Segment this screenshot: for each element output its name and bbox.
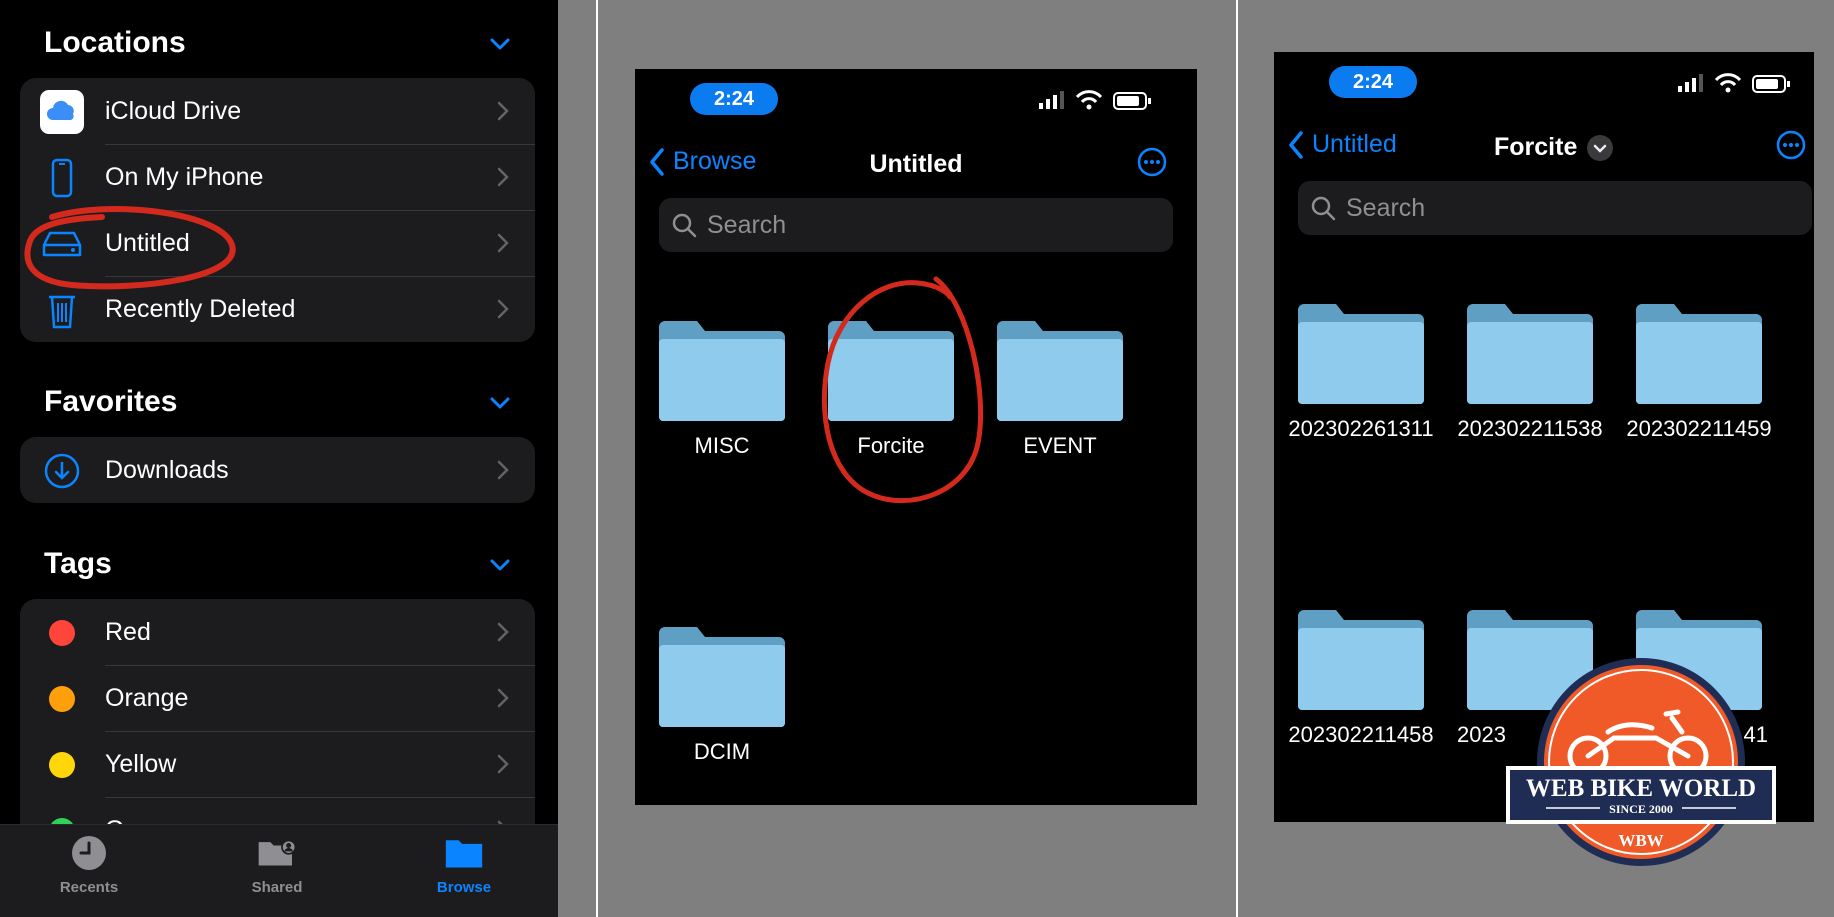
location-label: On My iPhone [105,163,264,191]
chevron-down-circle-icon [1587,134,1614,161]
chevron-right-icon [497,299,509,319]
tab-label: Shared [251,879,303,896]
download-icon [40,449,84,493]
chevron-right-icon [497,754,509,774]
folder-name: EVENT [1023,433,1097,458]
folder-name: 202302211459 [1626,416,1772,441]
folder-dcim[interactable]: DCIM [647,627,797,767]
search-field[interactable]: Search [659,198,1173,252]
status-time: 2:24 [690,83,778,115]
chevron-right-icon [497,167,509,187]
logo-abbr-text: WBW [1618,831,1663,850]
search-icon [672,213,697,238]
folder-202302211459[interactable]: 202302211459 [1624,304,1774,444]
folder-name: 202302211538 [1457,416,1603,441]
nav-title: Untitled [869,150,963,178]
folder-icon [1467,304,1593,404]
folder-icon [1298,610,1424,710]
chevron-right-icon [497,233,509,253]
folder-name: DCIM [693,739,751,764]
chevron-left-icon [1289,130,1303,159]
more-options-icon[interactable] [1776,130,1806,160]
folder-name: 202302211458 [1288,722,1434,747]
locations-chevron-down-icon[interactable] [488,32,512,56]
icloud-icon [40,90,84,134]
tag-label: Yellow [105,750,177,778]
favorites-chevron-down-icon[interactable] [488,391,512,415]
chevron-right-icon [497,688,509,708]
back-label: Untitled [1312,130,1397,158]
folder-icon [444,833,484,873]
files-browse-sidebar: Locations iCloud Drive On My iPhone Unti… [0,0,558,917]
chevron-right-icon [497,460,509,480]
favorite-downloads[interactable]: Downloads [20,437,535,503]
tab-label: Browse [436,879,492,896]
tags-title: Tags [44,547,112,580]
folder-name: MISC [694,433,750,458]
tag-yellow[interactable]: Yellow [20,731,535,797]
locations-title: Locations [44,26,186,59]
tab-recents[interactable]: Recents [29,833,149,896]
tab-browse[interactable]: Browse [404,833,524,896]
divider-line [596,0,598,917]
tag-red[interactable]: Red [20,599,535,665]
tab-shared[interactable]: Shared [217,833,337,896]
search-field[interactable]: Search [1298,181,1812,235]
search-placeholder: Search [1346,193,1426,222]
search-placeholder: Search [707,210,787,239]
folder-202302211458[interactable]: 202302211458 [1286,610,1436,750]
status-time: 2:24 [1329,66,1417,98]
annotation-circle-untitled [24,206,236,290]
shared-folder-icon [257,833,297,873]
logo-since-text: SINCE 2000 [1609,802,1673,816]
favorites-title: Favorites [44,385,178,418]
folder-202302211538[interactable]: 202302211538 [1455,304,1605,444]
folder-202302261311[interactable]: 202302261311 [1286,304,1436,444]
tag-label: Red [105,618,151,646]
iphone-icon [40,156,84,200]
nav-title-menu[interactable]: Forcite [1494,133,1614,162]
search-icon [1311,196,1336,221]
red-tag-dot-icon [49,620,75,646]
favorite-label: Downloads [105,456,229,484]
tab-bar: Recents Shared Browse [0,824,558,917]
location-label: iCloud Drive [105,97,242,125]
folder-event[interactable]: EVENT [985,321,1135,461]
web-bike-world-logo: WEB BIKE WORLD SINCE 2000 WBW [1506,656,1776,868]
folder-misc[interactable]: MISC [647,321,797,461]
tag-orange[interactable]: Orange [20,665,535,731]
yellow-tag-dot-icon [49,752,75,778]
tab-label: Recents [59,879,119,896]
folder-name: 202302261311 [1288,416,1434,441]
back-button-untitled[interactable]: Untitled [1288,130,1397,159]
folder-icon [1298,304,1424,404]
nav-title: Forcite [1494,133,1578,161]
chevron-right-icon [497,622,509,642]
annotation-circle-forcite [821,276,984,504]
folder-icon [1636,304,1762,404]
folder-icon [659,627,785,727]
location-icloud-drive[interactable]: iCloud Drive [20,78,535,144]
favorites-list: Downloads [20,437,535,503]
tag-label: Orange [105,684,189,712]
folder-icon [997,321,1123,421]
chevron-right-icon [497,101,509,121]
phone-screen-untitled: 2:24 Browse Untitled Search MISC Forcite… [635,69,1197,805]
tags-chevron-down-icon[interactable] [488,553,512,577]
status-icons [1678,73,1790,93]
more-options-icon[interactable] [1137,147,1167,177]
location-on-my-iphone[interactable]: On My iPhone [20,144,535,210]
status-icons [1039,90,1151,110]
folder-icon [659,321,785,421]
logo-name-text: WEB BIKE WORLD [1526,775,1756,802]
divider-line [1236,0,1238,917]
clock-icon [69,833,109,873]
orange-tag-dot-icon [49,686,75,712]
